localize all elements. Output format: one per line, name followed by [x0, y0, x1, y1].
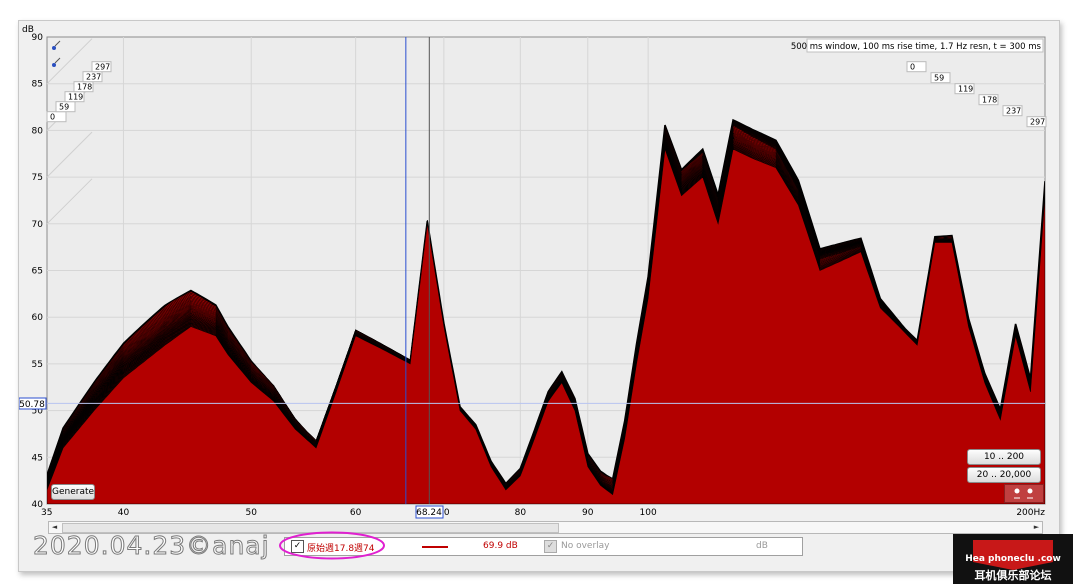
y-tick-label: 70: [32, 220, 44, 230]
zoom-toggle-icon[interactable]: [1004, 484, 1044, 503]
y-tick-label: 80: [32, 126, 44, 136]
scroll-right-icon[interactable]: ►: [1031, 522, 1042, 533]
svg-text:68.24: 68.24: [416, 508, 442, 518]
svg-text:耳机俱乐部论坛: 耳机俱乐部论坛: [975, 568, 1052, 582]
x-tick-label: 60: [350, 508, 362, 518]
time-label: 59: [59, 103, 69, 112]
waterfall-chart: 005959119119178178237237297297 404550556…: [19, 25, 1047, 519]
overlay-checkbox[interactable]: ✓: [544, 540, 557, 553]
y-tick-label: 60: [32, 313, 44, 323]
overlay-unit: dB: [756, 541, 768, 551]
time-label: 297: [1030, 118, 1045, 127]
time-label: 0: [910, 63, 915, 72]
x-tick-label: 200Hz: [1016, 508, 1045, 518]
time-label: 59: [934, 74, 944, 83]
date-watermark: 2020.04.23©anaj: [33, 531, 270, 561]
time-label: 178: [77, 83, 92, 92]
generate-button[interactable]: Generate: [51, 484, 95, 500]
chart-title: 500 ms window, 100 ms rise time, 1.7 Hz …: [791, 42, 1042, 52]
y-axis-ticks: 4045505560657075808590: [32, 33, 44, 510]
range-20-20000-button[interactable]: 20 .. 20,000: [967, 467, 1041, 483]
time-label: 119: [68, 93, 83, 102]
x-tick-label: 40: [118, 508, 130, 518]
y-tick-label: 85: [32, 80, 43, 90]
x-tick-label: 100: [640, 508, 657, 518]
x-axis-ticks: 35 40 50 60 70 80 90 100 200Hz: [41, 508, 1045, 518]
x-tick-label: 35: [41, 508, 52, 518]
y-axis-title: dB: [22, 25, 34, 35]
measurement-level: 69.9 dB: [483, 541, 518, 551]
time-label: 0: [50, 113, 55, 122]
time-label: 297: [95, 63, 110, 72]
x-tick-label: 90: [582, 508, 594, 518]
y-tick-label: 45: [32, 453, 43, 463]
cursor-x-readout: 68.24: [415, 505, 444, 519]
waterfall-window: 0 0 59 59 119 119 178 178 237 237 297 297 40 45 50 55 6…: [18, 20, 1060, 572]
overlay-label: No overlay: [561, 541, 610, 551]
legend-highlight-ellipse: [279, 531, 385, 560]
time-label: 178: [982, 96, 997, 105]
cursor-y-readout: 50.78: [19, 397, 47, 410]
time-label: 119: [958, 85, 973, 94]
x-tick-label: 80: [515, 508, 527, 518]
time-label: 237: [86, 73, 101, 82]
svg-text:Hea phoneclu .cow: Hea phoneclu .cow: [965, 554, 1061, 564]
time-label: 237: [1006, 107, 1021, 116]
range-10-200-button[interactable]: 10 .. 200: [967, 449, 1041, 465]
headphoneclub-logo: Hea phoneclu .cow 耳机俱乐部论坛: [953, 534, 1073, 584]
y-tick-label: 65: [32, 267, 43, 277]
legend-line-swatch: [422, 546, 448, 548]
svg-text:50.78: 50.78: [19, 400, 45, 410]
y-tick-label: 75: [32, 173, 43, 183]
x-tick-label: 50: [246, 508, 258, 518]
y-tick-label: 55: [32, 360, 43, 370]
